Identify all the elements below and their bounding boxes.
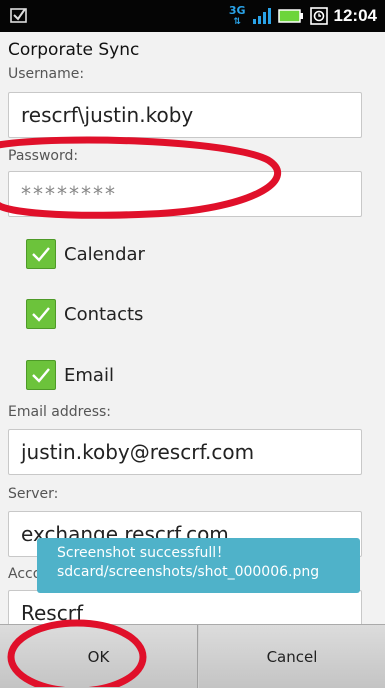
contacts-checkbox[interactable] [26,299,56,329]
username-label: Username: [8,66,85,82]
password-field[interactable]: ******** [8,171,362,217]
toast-line-2: sdcard/screenshots/shot_000006.png [57,564,320,580]
checkmark-icon [32,368,50,383]
ok-button[interactable]: OK [0,625,198,688]
screenshot-toast: Screenshot successfull！ sdcard/screensho… [37,538,360,593]
email-label: Email [64,364,114,386]
button-bar: OK Cancel [0,624,385,688]
contacts-checkbox-row[interactable]: Contacts [26,299,143,329]
network-type-indicator: 3G ⇅ [228,3,246,27]
checkmark-icon [32,307,50,322]
signal-icon [252,8,271,24]
status-clock: 12:04 [333,6,377,25]
email-address-field[interactable]: justin.koby@rescrf.com [8,429,362,475]
server-label: Server: [8,486,59,502]
notification-icon [10,6,28,28]
calendar-checkbox[interactable] [26,239,56,269]
battery-icon [277,9,303,23]
checkmark-icon [32,247,50,262]
page-title: Corporate Sync [8,40,140,60]
contacts-label: Contacts [64,303,144,325]
alarm-icon [309,7,328,25]
username-field[interactable]: rescrf\justin.koby [8,92,362,138]
cancel-button[interactable]: Cancel [199,625,385,688]
calendar-checkbox-row[interactable]: Calendar [26,239,145,269]
email-address-label: Email address: [8,404,112,420]
email-checkbox-row[interactable]: Email [26,360,114,390]
calendar-label: Calendar [64,243,145,265]
status-bar: 3G ⇅ 12:04 [0,0,385,32]
toast-line-1: Screenshot successfull！ [57,545,231,561]
password-label: Password: [8,148,79,164]
email-checkbox[interactable] [26,360,56,390]
